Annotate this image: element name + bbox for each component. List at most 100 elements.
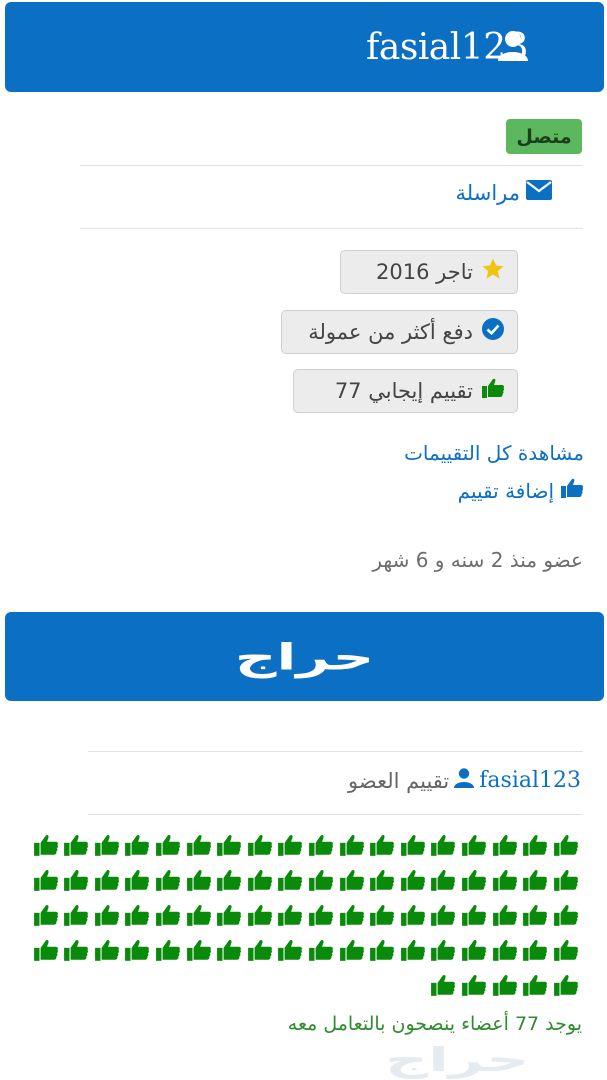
thumbs-up-icon	[30, 833, 61, 857]
thumbs-up-icon	[183, 868, 214, 892]
thumbs-up-icon	[428, 903, 459, 927]
thumbs-up-icon	[92, 833, 123, 857]
add-rating-link[interactable]: إضافة تقييم	[458, 477, 584, 504]
check-circle-icon	[481, 317, 505, 347]
thumbs-up-icon	[367, 903, 398, 927]
thumbs-up-icon	[30, 903, 61, 927]
thumbs-up-icon	[153, 868, 184, 892]
thumbs-up-icon	[92, 903, 123, 927]
thumbs-up-icon	[428, 938, 459, 962]
thumbs-up-icon	[306, 833, 337, 857]
thumbs-up-icon	[367, 868, 398, 892]
thumbs-up-icon	[367, 833, 398, 857]
thumbs-up-icon	[459, 833, 490, 857]
member-since-text: عضو منذ 2 سنه و 6 شهر	[372, 548, 583, 572]
member-rating-header: تقييم العضو fasial123	[348, 767, 581, 794]
positive-ratings-thumbs	[21, 833, 581, 997]
thumbs-up-icon	[459, 938, 490, 962]
thumbs-up-icon	[459, 868, 490, 892]
merchant-badge-label: تاجر 2016	[376, 260, 473, 284]
add-rating-label: إضافة تقييم	[457, 478, 554, 503]
member-rating-label: تقييم العضو	[348, 768, 450, 793]
thumbs-up-icon	[336, 938, 367, 962]
merchant-badge: تاجر 2016	[340, 250, 518, 294]
thumbs-up-icon	[489, 833, 520, 857]
thumbs-up-icon	[520, 973, 551, 997]
thumbs-up-icon	[306, 938, 337, 962]
thumbs-up-icon	[153, 833, 184, 857]
online-status-badge: متصل	[506, 119, 582, 154]
thumbs-up-icon	[336, 868, 367, 892]
thumbs-up-icon	[489, 973, 520, 997]
divider	[88, 814, 583, 815]
thumbs-up-icon	[244, 938, 275, 962]
thumbs-up-icon	[397, 903, 428, 927]
thumbs-up-icon	[481, 377, 505, 405]
thumbs-up-icon	[183, 833, 214, 857]
thumbs-up-icon	[459, 973, 490, 997]
thumbs-up-icon	[428, 973, 459, 997]
thumbs-up-icon	[92, 868, 123, 892]
thumbs-up-icon	[214, 833, 245, 857]
thumbs-up-icon	[122, 938, 153, 962]
thumbs-up-icon	[336, 903, 367, 927]
thumbs-up-icon	[153, 903, 184, 927]
thumbs-up-icon	[397, 868, 428, 892]
thumbs-up-icon	[520, 938, 551, 962]
thumbs-up-icon	[550, 868, 581, 892]
thumbs-up-icon	[428, 868, 459, 892]
thumbs-up-icon	[397, 938, 428, 962]
thumbs-up-icon	[214, 868, 245, 892]
thumbs-up-icon	[550, 833, 581, 857]
thumbs-up-icon	[489, 868, 520, 892]
star-icon	[481, 257, 505, 287]
thumbs-up-icon	[61, 833, 92, 857]
thumbs-up-icon	[61, 903, 92, 927]
thumbs-up-icon	[520, 833, 551, 857]
thumbs-up-icon	[122, 833, 153, 857]
thumbs-up-icon	[397, 833, 428, 857]
thumbs-up-icon	[306, 868, 337, 892]
haraj-logo-banner: حراج	[5, 612, 604, 701]
thumbs-up-icon	[122, 868, 153, 892]
thumbs-up-icon	[550, 973, 581, 997]
positive-ratings-label: 77 تقييم إيجابي	[334, 379, 473, 403]
haraj-watermark: حراج	[385, 1040, 532, 1080]
commission-badge-label: دفع أكثر من عمولة	[308, 320, 473, 344]
thumbs-up-icon	[367, 938, 398, 962]
thumbs-up-icon	[244, 868, 275, 892]
thumbs-up-icon	[560, 477, 584, 504]
thumbs-up-icon	[520, 903, 551, 927]
thumbs-up-icon	[61, 868, 92, 892]
thumbs-up-icon	[244, 833, 275, 857]
message-label: مراسلة	[455, 180, 520, 205]
thumbs-up-icon	[275, 938, 306, 962]
thumbs-up-icon	[428, 833, 459, 857]
thumbs-up-icon	[30, 938, 61, 962]
thumbs-up-icon	[183, 903, 214, 927]
thumbs-up-icon	[275, 903, 306, 927]
member-rating-username[interactable]: fasial123	[479, 768, 581, 793]
thumbs-up-icon	[459, 903, 490, 927]
thumbs-up-icon	[306, 903, 337, 927]
thumbs-up-icon	[214, 938, 245, 962]
thumbs-up-icon	[244, 903, 275, 927]
divider	[80, 165, 583, 166]
thumbs-up-icon	[275, 868, 306, 892]
thumbs-up-icon	[489, 903, 520, 927]
thumbs-up-icon	[214, 903, 245, 927]
thumbs-up-icon	[550, 938, 581, 962]
commission-badge: دفع أكثر من عمولة	[281, 310, 518, 354]
thumbs-up-icon	[153, 938, 184, 962]
user-icon	[453, 767, 475, 794]
thumbs-up-icon	[489, 938, 520, 962]
thumbs-up-icon	[550, 903, 581, 927]
thumbs-up-icon	[275, 833, 306, 857]
message-link[interactable]: مراسلة	[456, 180, 552, 205]
view-all-ratings-link[interactable]: مشاهدة كل التقييمات	[404, 441, 584, 465]
thumbs-up-icon	[61, 938, 92, 962]
divider	[88, 751, 583, 752]
thumbs-up-icon	[122, 903, 153, 927]
thumbs-up-icon	[30, 868, 61, 892]
envelope-icon	[526, 180, 552, 205]
